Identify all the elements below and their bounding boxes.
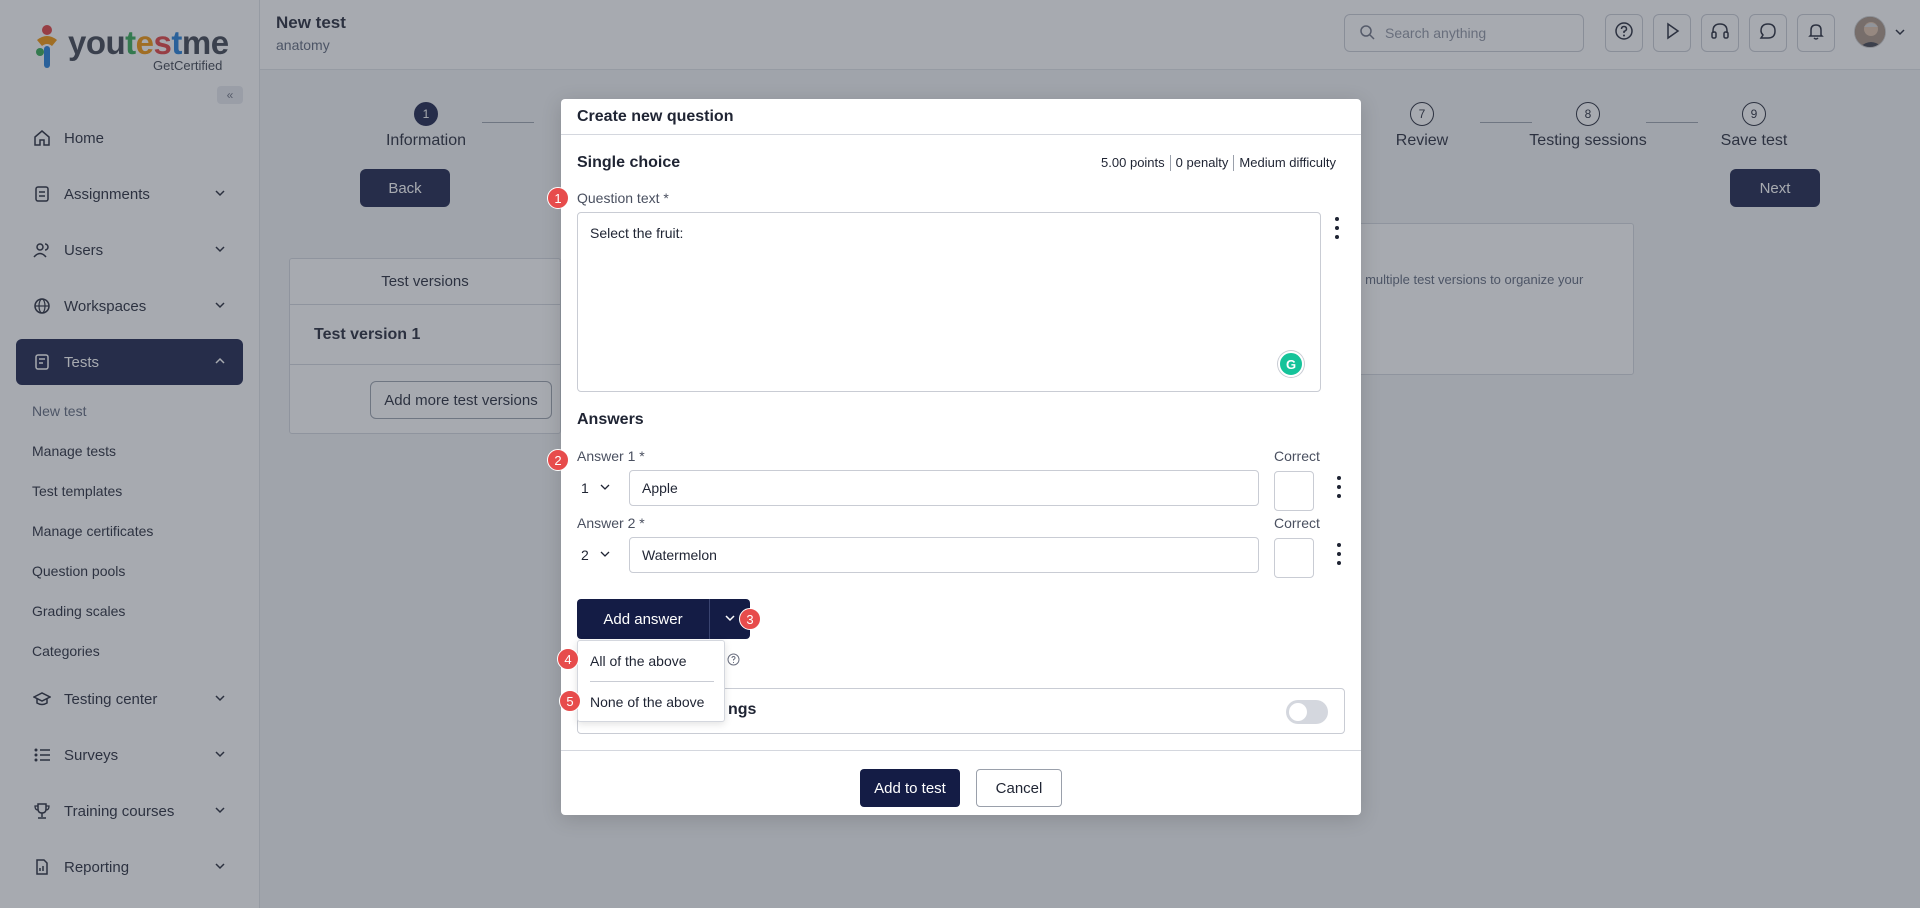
answer-2-correct-checkbox[interactable] — [1274, 538, 1314, 578]
modal-title: Create new question — [561, 99, 1361, 135]
menu-divider — [590, 681, 714, 682]
settings-toggle[interactable] — [1286, 700, 1328, 724]
answer-2-order-select[interactable]: 2 — [577, 537, 617, 573]
answer-1-correct-checkbox[interactable] — [1274, 471, 1314, 511]
answer-2-options-icon[interactable] — [1336, 543, 1342, 565]
cancel-button[interactable]: Cancel — [976, 769, 1062, 807]
answer-2-label: Answer 2 * — [577, 515, 645, 531]
correct-label: Correct — [1274, 448, 1320, 464]
difficulty-value[interactable]: Medium difficulty — [1233, 155, 1341, 171]
grammarly-icon[interactable]: G — [1278, 351, 1304, 377]
question-text-editor[interactable]: Select the fruit: G — [577, 212, 1321, 392]
question-text-label: Question text * — [577, 190, 669, 206]
question-type: Single choice — [577, 154, 681, 171]
order-value: 1 — [581, 480, 589, 496]
question-options-icon[interactable] — [1334, 217, 1340, 239]
answer-2-input[interactable]: Watermelon — [629, 537, 1259, 573]
chevron-down-icon — [599, 547, 611, 563]
add-answer-dropdown-menu: All of the above None of the above — [577, 640, 725, 722]
answer-1-options-icon[interactable] — [1336, 476, 1342, 498]
add-answer-split-button: Add answer — [577, 599, 750, 639]
add-answer-button[interactable]: Add answer — [577, 611, 709, 628]
answer-1-input[interactable]: Apple — [629, 470, 1259, 506]
question-meta: 5.00 points 0 penalty Medium difficulty — [1096, 155, 1341, 171]
badge-5: 5 — [559, 690, 581, 712]
badge-1: 1 — [547, 187, 569, 209]
badge-2: 2 — [547, 449, 569, 471]
help-circle-icon[interactable] — [727, 653, 740, 671]
question-text-value: Select the fruit: — [590, 225, 684, 241]
correct-label: Correct — [1274, 515, 1320, 531]
order-value: 2 — [581, 547, 589, 563]
answers-title: Answers — [577, 411, 644, 428]
penalty-value[interactable]: 0 penalty — [1169, 155, 1234, 171]
menu-item-none-of-the-above[interactable]: None of the above — [590, 694, 704, 710]
badge-3: 3 — [739, 608, 761, 630]
modal-footer-divider — [561, 750, 1361, 751]
answer-1-order-select[interactable]: 1 — [577, 470, 617, 506]
menu-item-all-of-the-above[interactable]: All of the above — [590, 653, 687, 669]
points-value[interactable]: 5.00 points — [1096, 155, 1170, 171]
chevron-down-icon — [724, 611, 736, 628]
answer-1-label: Answer 1 * — [577, 448, 645, 464]
settings-label: ngs — [728, 701, 757, 718]
chevron-down-icon — [599, 480, 611, 496]
add-to-test-button[interactable]: Add to test — [860, 769, 960, 807]
badge-4: 4 — [557, 648, 579, 670]
